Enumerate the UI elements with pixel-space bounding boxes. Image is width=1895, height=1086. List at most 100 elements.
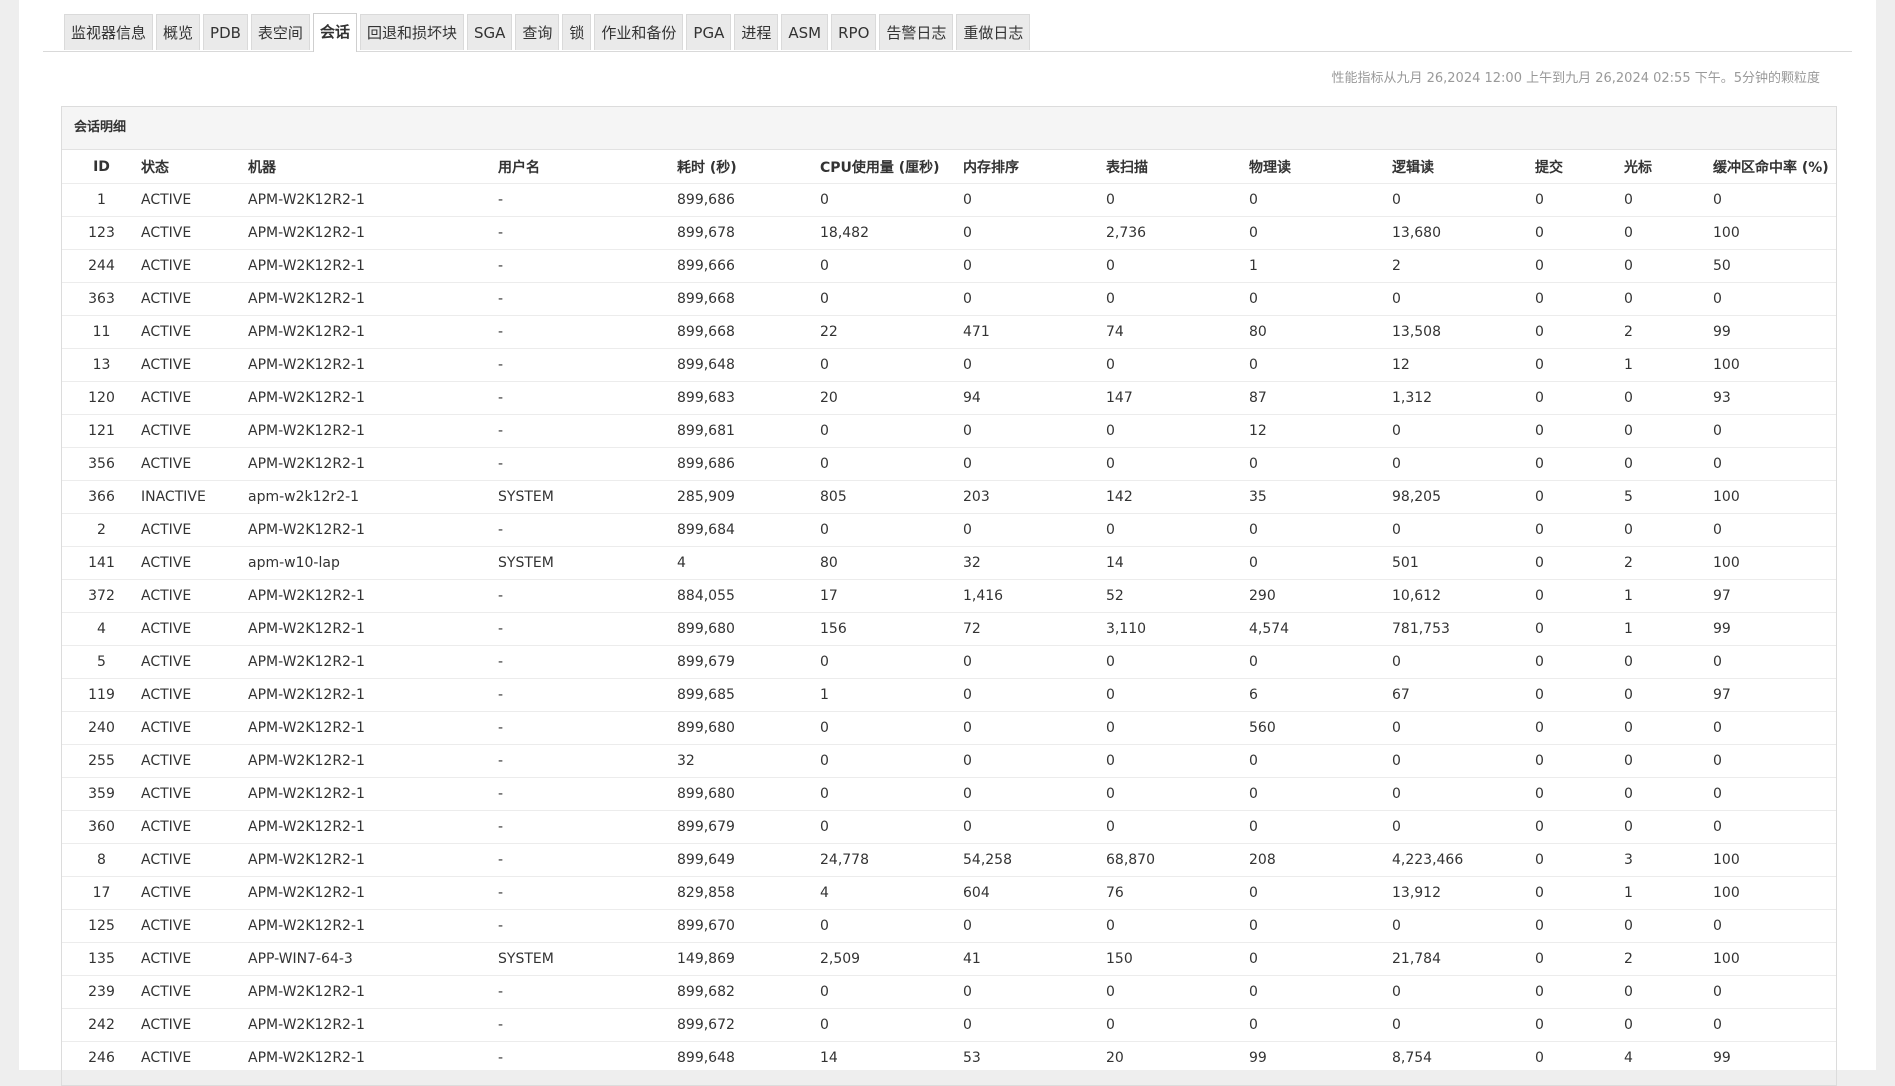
cell-machine: APM-W2K12R2-1 (248, 348, 498, 382)
cell-status: ACTIVE (141, 447, 248, 481)
cell-logical-reads: 12 (1392, 348, 1535, 382)
cell-id: 1 (62, 183, 141, 217)
column-header-status[interactable]: 状态 (141, 150, 248, 184)
table-row: 360 ACTIVE APM-W2K12R2-1-899,679 0 0 0 0 0 0 0 0 (62, 810, 1836, 844)
cell-physical-reads: 208 (1249, 843, 1392, 877)
cell-commits: 0 (1535, 843, 1624, 877)
cell-logical-reads: 0 (1392, 777, 1535, 811)
cell-physical-reads: 0 (1249, 513, 1392, 547)
cell-physical-reads: 0 (1249, 975, 1392, 1009)
column-header-elapsed[interactable]: 耗时 (秒) (677, 150, 820, 184)
cell-physical-reads: 0 (1249, 876, 1392, 910)
tab-6[interactable]: SGA (466, 14, 513, 50)
column-header-cursors[interactable]: 光标 (1624, 150, 1713, 184)
cell-buffer-hit-ratio: 100 (1713, 876, 1836, 910)
cell-cpu: 0 (820, 711, 963, 745)
cell-commits: 0 (1535, 876, 1624, 910)
cell-commits: 0 (1535, 315, 1624, 349)
cell-status: ACTIVE (141, 612, 248, 646)
tab-4[interactable]: 会话 (312, 13, 357, 52)
cell-id: 8 (62, 843, 141, 877)
table-row: 120 ACTIVE APM-W2K12R2-1-899,683 20 94 147 87 1… (62, 381, 1836, 415)
cell-machine: APM-W2K12R2-1 (248, 1041, 498, 1074)
tab-13[interactable]: RPO (831, 14, 877, 50)
tab-3[interactable]: 表空间 (250, 14, 310, 50)
cell-table-scans: 0 (1106, 975, 1249, 1009)
cell-cpu: 0 (820, 645, 963, 679)
tab-1[interactable]: 概览 (156, 14, 201, 50)
cell-machine: APP-WIN7-64-3 (248, 942, 498, 976)
cell-cpu: 14 (820, 1041, 963, 1074)
cell-machine: APM-W2K12R2-1 (248, 249, 498, 283)
tab-7[interactable]: 查询 (515, 14, 560, 50)
tab-12[interactable]: ASM (781, 14, 829, 50)
cell-elapsed: 899,680 (677, 777, 820, 811)
cell-username: - (498, 1008, 677, 1042)
cell-memory-sorts: 0 (963, 645, 1106, 679)
table-row: 119 ACTIVE APM-W2K12R2-1-899,685 1 0 0 6 67 0 0 97 (62, 678, 1836, 712)
cell-status: ACTIVE (141, 249, 248, 283)
column-header-id[interactable]: ID (62, 150, 141, 184)
cell-username: - (498, 216, 677, 250)
cell-id: 17 (62, 876, 141, 910)
tab-11[interactable]: 进程 (734, 14, 779, 50)
column-header-memory-sorts[interactable]: 内存排序 (963, 150, 1106, 184)
column-header-buffer-hit-ratio[interactable]: 缓冲区命中率 (%) (1713, 150, 1836, 184)
cell-physical-reads: 0 (1249, 183, 1392, 217)
cell-cpu: 24,778 (820, 843, 963, 877)
column-header-commits[interactable]: 提交 (1535, 150, 1624, 184)
cell-logical-reads: 13,508 (1392, 315, 1535, 349)
cell-cursors: 0 (1624, 282, 1713, 316)
tab-9[interactable]: 作业和备份 (594, 14, 684, 50)
column-header-username[interactable]: 用户名 (498, 150, 677, 184)
cell-logical-reads: 0 (1392, 513, 1535, 547)
cell-commits: 0 (1535, 777, 1624, 811)
table-row: 363 ACTIVE APM-W2K12R2-1-899,668 0 0 0 0 0 0 0 0 (62, 282, 1836, 316)
cell-cursors: 5 (1624, 480, 1713, 514)
column-header-logical-reads[interactable]: 逻辑读 (1392, 150, 1535, 184)
cell-cursors: 1 (1624, 579, 1713, 613)
tab-5[interactable]: 回退和损坏块 (359, 14, 464, 50)
column-header-physical-reads[interactable]: 物理读 (1249, 150, 1392, 184)
cell-username: SYSTEM (498, 942, 677, 976)
tab-8[interactable]: 锁 (562, 14, 592, 50)
cell-status: ACTIVE (141, 942, 248, 976)
cell-logical-reads: 1,312 (1392, 381, 1535, 415)
cell-id: 356 (62, 447, 141, 481)
cell-physical-reads: 0 (1249, 282, 1392, 316)
table-row: 242 ACTIVE APM-W2K12R2-1-899,672 0 0 0 0 0 0 0 0 (62, 1008, 1836, 1042)
column-header-machine[interactable]: 机器 (248, 150, 498, 184)
cell-memory-sorts: 0 (963, 414, 1106, 448)
table-row: 366 INACTIVE apm-w2k12r2-1 SYSTEM 285,909 805… (62, 480, 1836, 514)
cell-memory-sorts: 0 (963, 249, 1106, 283)
cell-memory-sorts: 1,416 (963, 579, 1106, 613)
cell-commits: 0 (1535, 810, 1624, 844)
cell-id: 359 (62, 777, 141, 811)
tab-2[interactable]: PDB (203, 14, 248, 50)
cell-commits: 0 (1535, 1041, 1624, 1074)
cell-status: ACTIVE (141, 282, 248, 316)
tab-15[interactable]: 重做日志 (956, 14, 1031, 50)
cell-physical-reads: 87 (1249, 381, 1392, 415)
cell-buffer-hit-ratio: 93 (1713, 381, 1836, 415)
cell-elapsed: 149,869 (677, 942, 820, 976)
cell-cpu: 0 (820, 414, 963, 448)
cell-memory-sorts: 0 (963, 513, 1106, 547)
tab-0[interactable]: 监视器信息 (64, 14, 154, 50)
tab-10[interactable]: PGA (686, 14, 732, 50)
tab-14[interactable]: 告警日志 (879, 14, 954, 50)
cell-memory-sorts: 0 (963, 282, 1106, 316)
cell-id: 141 (62, 546, 141, 580)
cell-memory-sorts: 41 (963, 942, 1106, 976)
cell-physical-reads: 0 (1249, 1008, 1392, 1042)
tab-bar: 监视器信息 概览 PDB 表空间 会话 回退和损坏块 SGA 查询锁作业和备份 PGA 进程 ASM… (43, 12, 1852, 52)
cell-physical-reads: 0 (1249, 216, 1392, 250)
cell-cpu: 0 (820, 183, 963, 217)
column-header-cpu[interactable]: CPU使用量 (厘秒) (820, 150, 963, 184)
column-header-table-scans[interactable]: 表扫描 (1106, 150, 1249, 184)
cell-machine: APM-W2K12R2-1 (248, 777, 498, 811)
cell-cpu: 156 (820, 612, 963, 646)
cell-logical-reads: 501 (1392, 546, 1535, 580)
cell-table-scans: 0 (1106, 282, 1249, 316)
cell-commits: 0 (1535, 579, 1624, 613)
